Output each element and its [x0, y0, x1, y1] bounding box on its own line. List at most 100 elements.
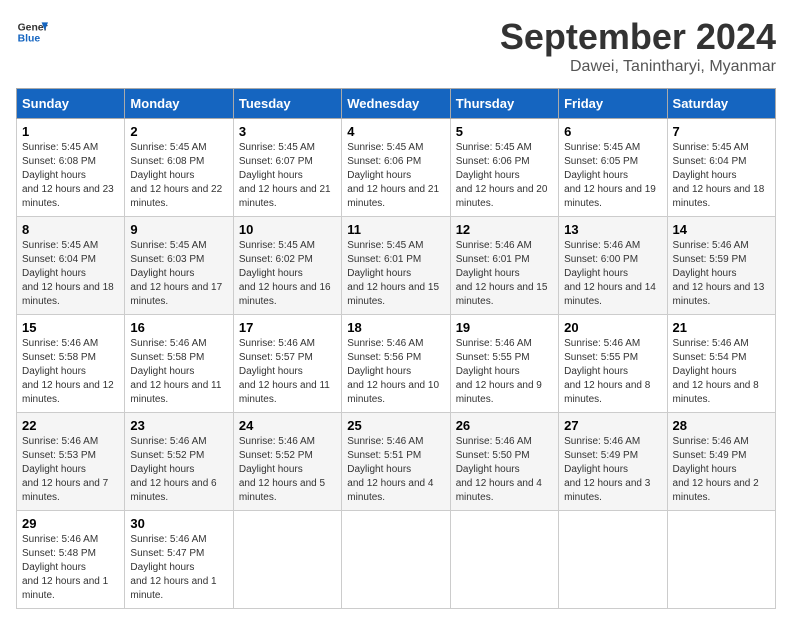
day-number: 10 [239, 222, 336, 237]
calendar-cell: 29 Sunrise: 5:46 AM Sunset: 5:48 PM Dayl… [17, 511, 125, 609]
day-info: Sunrise: 5:46 AM Sunset: 5:50 PM Dayligh… [456, 435, 553, 505]
header-wednesday: Wednesday [342, 89, 450, 119]
day-number: 14 [673, 222, 770, 237]
calendar-cell: 16 Sunrise: 5:46 AM Sunset: 5:58 PM Dayl… [125, 315, 233, 413]
day-info: Sunrise: 5:46 AM Sunset: 5:56 PM Dayligh… [347, 337, 444, 407]
day-number: 21 [673, 320, 770, 335]
day-info: Sunrise: 5:45 AM Sunset: 6:06 PM Dayligh… [347, 141, 444, 211]
calendar-cell: 15 Sunrise: 5:46 AM Sunset: 5:58 PM Dayl… [17, 315, 125, 413]
day-number: 17 [239, 320, 336, 335]
calendar-cell: 25 Sunrise: 5:46 AM Sunset: 5:51 PM Dayl… [342, 413, 450, 511]
day-info: Sunrise: 5:46 AM Sunset: 5:58 PM Dayligh… [130, 337, 227, 407]
day-info: Sunrise: 5:46 AM Sunset: 5:54 PM Dayligh… [673, 337, 770, 407]
day-number: 9 [130, 222, 227, 237]
calendar-cell: 10 Sunrise: 5:45 AM Sunset: 6:02 PM Dayl… [233, 217, 341, 315]
calendar-cell [450, 511, 558, 609]
day-number: 19 [456, 320, 553, 335]
header: General Blue September 2024 Dawei, Tanin… [16, 16, 776, 76]
day-number: 5 [456, 124, 553, 139]
calendar-cell: 26 Sunrise: 5:46 AM Sunset: 5:50 PM Dayl… [450, 413, 558, 511]
calendar-cell: 14 Sunrise: 5:46 AM Sunset: 5:59 PM Dayl… [667, 217, 775, 315]
day-info: Sunrise: 5:46 AM Sunset: 5:47 PM Dayligh… [130, 533, 227, 603]
title-area: September 2024 Dawei, Tanintharyi, Myanm… [500, 16, 776, 76]
day-info: Sunrise: 5:46 AM Sunset: 5:53 PM Dayligh… [22, 435, 119, 505]
weekday-header-row: Sunday Monday Tuesday Wednesday Thursday… [17, 89, 776, 119]
day-number: 27 [564, 418, 661, 433]
day-info: Sunrise: 5:46 AM Sunset: 5:49 PM Dayligh… [564, 435, 661, 505]
day-number: 25 [347, 418, 444, 433]
day-number: 26 [456, 418, 553, 433]
header-tuesday: Tuesday [233, 89, 341, 119]
day-number: 11 [347, 222, 444, 237]
calendar-cell: 21 Sunrise: 5:46 AM Sunset: 5:54 PM Dayl… [667, 315, 775, 413]
day-info: Sunrise: 5:46 AM Sunset: 5:52 PM Dayligh… [130, 435, 227, 505]
day-info: Sunrise: 5:46 AM Sunset: 5:59 PM Dayligh… [673, 239, 770, 309]
calendar-cell: 8 Sunrise: 5:45 AM Sunset: 6:04 PM Dayli… [17, 217, 125, 315]
calendar-cell: 22 Sunrise: 5:46 AM Sunset: 5:53 PM Dayl… [17, 413, 125, 511]
calendar-cell: 1 Sunrise: 5:45 AM Sunset: 6:08 PM Dayli… [17, 119, 125, 217]
calendar-cell: 19 Sunrise: 5:46 AM Sunset: 5:55 PM Dayl… [450, 315, 558, 413]
calendar-cell: 7 Sunrise: 5:45 AM Sunset: 6:04 PM Dayli… [667, 119, 775, 217]
day-info: Sunrise: 5:46 AM Sunset: 5:58 PM Dayligh… [22, 337, 119, 407]
calendar-cell: 4 Sunrise: 5:45 AM Sunset: 6:06 PM Dayli… [342, 119, 450, 217]
location-subtitle: Dawei, Tanintharyi, Myanmar [500, 58, 776, 76]
header-monday: Monday [125, 89, 233, 119]
day-info: Sunrise: 5:45 AM Sunset: 6:04 PM Dayligh… [673, 141, 770, 211]
logo: General Blue [16, 16, 48, 48]
day-number: 13 [564, 222, 661, 237]
day-info: Sunrise: 5:45 AM Sunset: 6:07 PM Dayligh… [239, 141, 336, 211]
month-title: September 2024 [500, 16, 776, 58]
day-number: 15 [22, 320, 119, 335]
calendar-cell: 12 Sunrise: 5:46 AM Sunset: 6:01 PM Dayl… [450, 217, 558, 315]
calendar-week-row: 8 Sunrise: 5:45 AM Sunset: 6:04 PM Dayli… [17, 217, 776, 315]
calendar-cell: 5 Sunrise: 5:45 AM Sunset: 6:06 PM Dayli… [450, 119, 558, 217]
calendar-cell: 18 Sunrise: 5:46 AM Sunset: 5:56 PM Dayl… [342, 315, 450, 413]
day-number: 16 [130, 320, 227, 335]
calendar-cell [233, 511, 341, 609]
day-info: Sunrise: 5:46 AM Sunset: 5:49 PM Dayligh… [673, 435, 770, 505]
day-info: Sunrise: 5:45 AM Sunset: 6:08 PM Dayligh… [130, 141, 227, 211]
calendar-cell: 11 Sunrise: 5:45 AM Sunset: 6:01 PM Dayl… [342, 217, 450, 315]
day-info: Sunrise: 5:46 AM Sunset: 5:51 PM Dayligh… [347, 435, 444, 505]
day-number: 30 [130, 516, 227, 531]
header-friday: Friday [559, 89, 667, 119]
calendar-cell: 17 Sunrise: 5:46 AM Sunset: 5:57 PM Dayl… [233, 315, 341, 413]
day-info: Sunrise: 5:46 AM Sunset: 6:01 PM Dayligh… [456, 239, 553, 309]
calendar-cell [559, 511, 667, 609]
day-info: Sunrise: 5:46 AM Sunset: 5:57 PM Dayligh… [239, 337, 336, 407]
calendar-table: Sunday Monday Tuesday Wednesday Thursday… [16, 88, 776, 609]
day-number: 29 [22, 516, 119, 531]
calendar-cell: 9 Sunrise: 5:45 AM Sunset: 6:03 PM Dayli… [125, 217, 233, 315]
day-info: Sunrise: 5:45 AM Sunset: 6:03 PM Dayligh… [130, 239, 227, 309]
day-number: 2 [130, 124, 227, 139]
day-info: Sunrise: 5:45 AM Sunset: 6:02 PM Dayligh… [239, 239, 336, 309]
header-saturday: Saturday [667, 89, 775, 119]
day-info: Sunrise: 5:45 AM Sunset: 6:01 PM Dayligh… [347, 239, 444, 309]
logo-icon: General Blue [16, 16, 48, 48]
day-number: 7 [673, 124, 770, 139]
day-info: Sunrise: 5:45 AM Sunset: 6:05 PM Dayligh… [564, 141, 661, 211]
calendar-cell [342, 511, 450, 609]
calendar-cell [667, 511, 775, 609]
calendar-cell: 28 Sunrise: 5:46 AM Sunset: 5:49 PM Dayl… [667, 413, 775, 511]
calendar-cell: 20 Sunrise: 5:46 AM Sunset: 5:55 PM Dayl… [559, 315, 667, 413]
day-number: 22 [22, 418, 119, 433]
day-number: 18 [347, 320, 444, 335]
calendar-week-row: 29 Sunrise: 5:46 AM Sunset: 5:48 PM Dayl… [17, 511, 776, 609]
day-number: 1 [22, 124, 119, 139]
day-info: Sunrise: 5:45 AM Sunset: 6:06 PM Dayligh… [456, 141, 553, 211]
day-info: Sunrise: 5:46 AM Sunset: 5:55 PM Dayligh… [456, 337, 553, 407]
day-info: Sunrise: 5:46 AM Sunset: 6:00 PM Dayligh… [564, 239, 661, 309]
header-thursday: Thursday [450, 89, 558, 119]
day-number: 6 [564, 124, 661, 139]
day-info: Sunrise: 5:45 AM Sunset: 6:08 PM Dayligh… [22, 141, 119, 211]
day-number: 8 [22, 222, 119, 237]
calendar-week-row: 22 Sunrise: 5:46 AM Sunset: 5:53 PM Dayl… [17, 413, 776, 511]
calendar-cell: 23 Sunrise: 5:46 AM Sunset: 5:52 PM Dayl… [125, 413, 233, 511]
calendar-cell: 24 Sunrise: 5:46 AM Sunset: 5:52 PM Dayl… [233, 413, 341, 511]
calendar-cell: 2 Sunrise: 5:45 AM Sunset: 6:08 PM Dayli… [125, 119, 233, 217]
day-number: 12 [456, 222, 553, 237]
day-number: 20 [564, 320, 661, 335]
calendar-week-row: 1 Sunrise: 5:45 AM Sunset: 6:08 PM Dayli… [17, 119, 776, 217]
day-number: 28 [673, 418, 770, 433]
